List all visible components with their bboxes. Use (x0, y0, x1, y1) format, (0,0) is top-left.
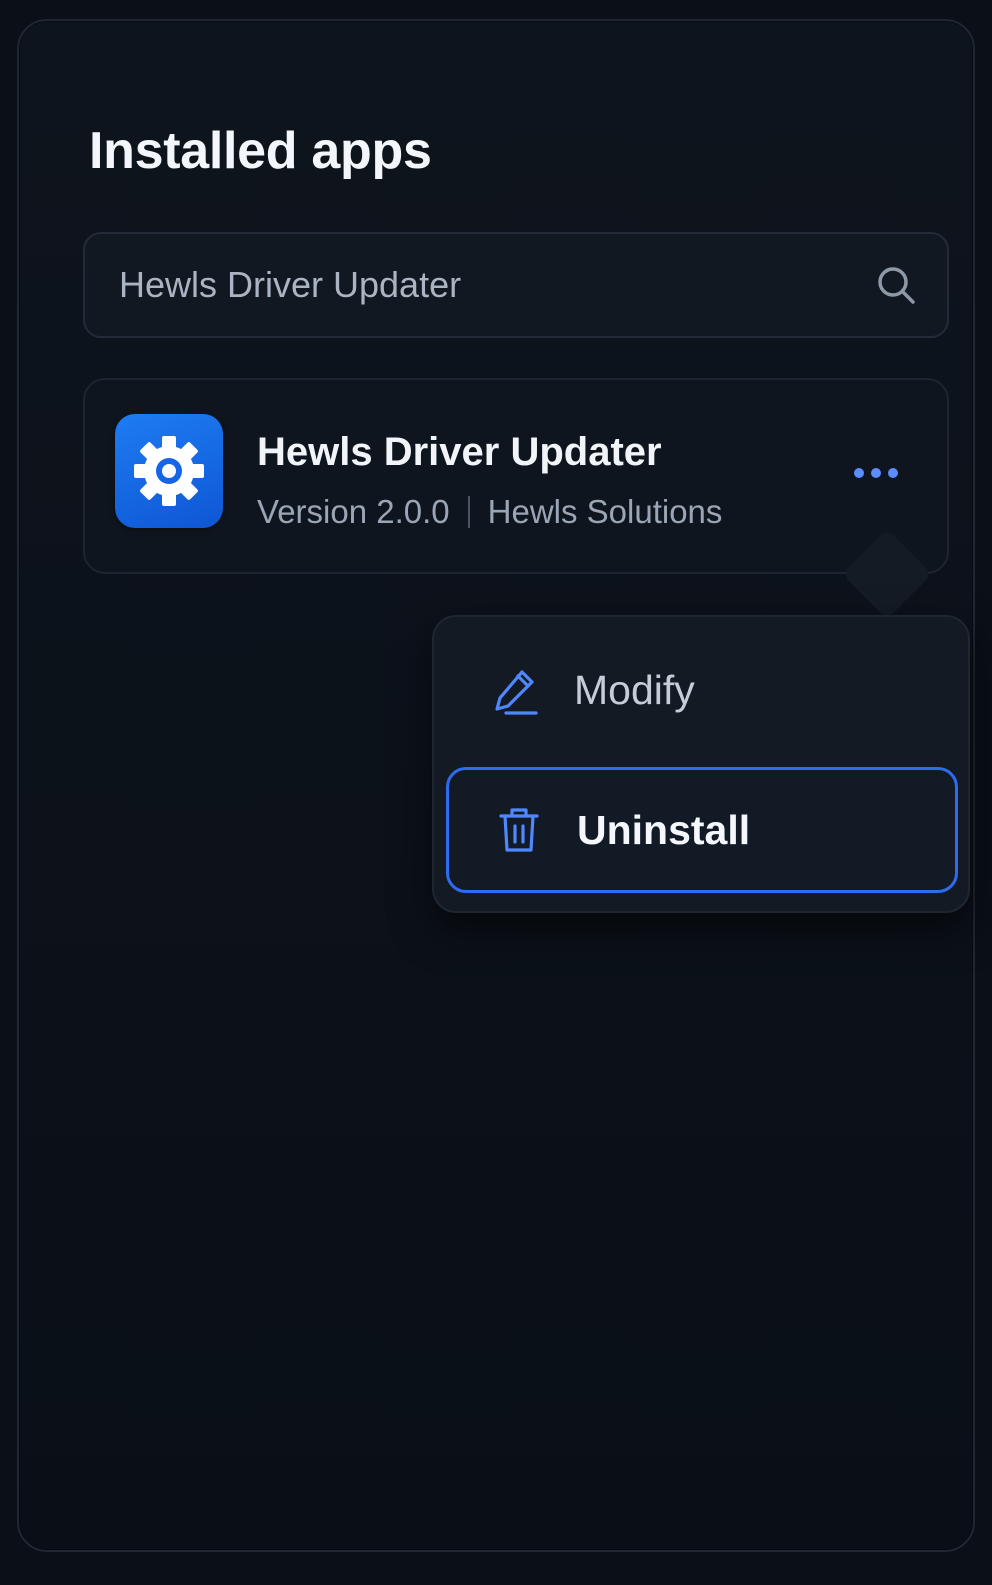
app-name: Hewls Driver Updater (257, 430, 662, 474)
pencil-icon (495, 670, 538, 715)
app-meta: Version 2.0.0 Hewls Solutions (257, 492, 722, 532)
app-publisher: Hewls Solutions (487, 493, 723, 530)
app-list-item[interactable]: Hewls Driver Updater Version 2.0.0 Hewls… (83, 378, 949, 574)
trash-icon (499, 808, 539, 852)
search-icon[interactable] (875, 264, 917, 306)
more-dot (888, 468, 898, 478)
gear-icon (134, 436, 204, 506)
menu-item-uninstall[interactable]: Uninstall (446, 767, 958, 893)
more-dot (871, 468, 881, 478)
more-dot (854, 468, 864, 478)
more-options-button[interactable] (843, 448, 909, 498)
search-box[interactable] (83, 232, 949, 338)
search-input[interactable] (119, 234, 839, 336)
page-title: Installed apps (89, 122, 432, 180)
installed-apps-panel: Installed apps Hewls Driver Updater Hewl… (17, 19, 975, 1552)
meta-divider (467, 496, 470, 528)
app-options-menu: Modify Uninstall (432, 615, 970, 913)
menu-item-label: Uninstall (577, 807, 751, 853)
menu-item-modify[interactable]: Modify (446, 627, 958, 753)
menu-item-label: Modify (574, 667, 695, 713)
app-version: Version 2.0.0 (257, 493, 450, 530)
app-icon (115, 414, 223, 528)
